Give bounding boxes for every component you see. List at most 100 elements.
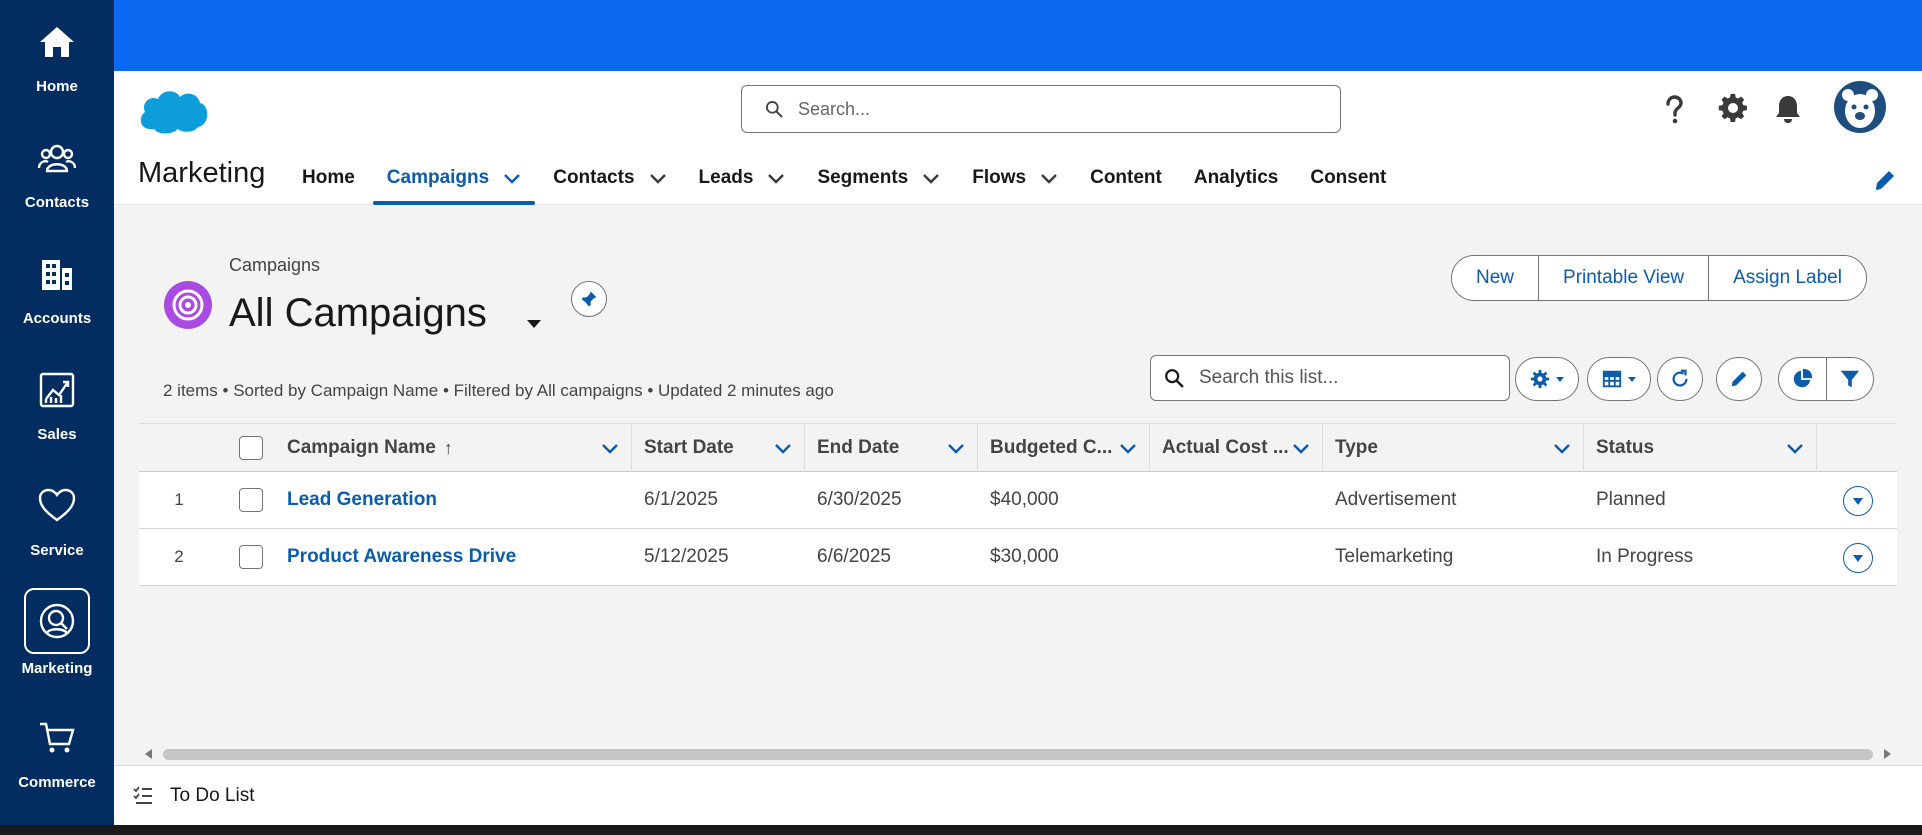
nav-bar: Home Campaigns Contacts Leads Segments F… <box>288 151 1404 205</box>
rail-item-sales[interactable]: Sales <box>0 348 114 464</box>
column-header-actual-cost[interactable]: Actual Cost ... <box>1150 424 1323 472</box>
chevron-down-icon[interactable] <box>1040 169 1058 187</box>
tab-content[interactable]: Content <box>1076 151 1176 205</box>
user-avatar[interactable] <box>1834 81 1886 133</box>
rail-item-label: Accounts <box>22 310 92 327</box>
start-date-cell: 5/12/2025 <box>644 546 729 567</box>
chevron-down-icon[interactable] <box>601 439 619 457</box>
chevron-down-icon[interactable] <box>1292 439 1310 457</box>
setup-gear-icon[interactable] <box>1713 89 1753 129</box>
refresh-icon <box>1672 369 1688 387</box>
rail-item-marketing[interactable]: Marketing <box>0 580 114 696</box>
scroll-right-arrow-icon[interactable] <box>1881 748 1893 760</box>
display-as-button[interactable] <box>1587 357 1651 401</box>
list-search-input[interactable] <box>1199 367 1499 389</box>
caret-down-icon <box>1853 555 1863 562</box>
tab-campaigns[interactable]: Campaigns <box>372 151 536 205</box>
column-label: Start Date <box>644 437 734 458</box>
horizontal-scrollbar[interactable] <box>139 745 1897 761</box>
edit-nav-pencil-icon[interactable] <box>1872 167 1898 193</box>
rail-item-home[interactable]: Home <box>0 0 114 116</box>
rail-item-service[interactable]: Service <box>0 464 114 580</box>
chevron-down-icon[interactable] <box>1786 439 1804 457</box>
select-all-checkbox[interactable] <box>239 436 263 460</box>
inline-edit-button[interactable] <box>1716 357 1762 401</box>
chevron-down-icon[interactable] <box>767 169 785 187</box>
window-bottom-edge <box>0 825 1922 835</box>
scrollbar-thumb[interactable] <box>163 749 1873 760</box>
tab-contacts[interactable]: Contacts <box>539 151 680 205</box>
column-label: Actual Cost ... <box>1162 437 1289 458</box>
list-summary: 2 items • Sorted by Campaign Name • Filt… <box>163 381 834 400</box>
page-title: All Campaigns <box>229 291 487 335</box>
printable-view-button[interactable]: Printable View <box>1539 256 1710 300</box>
tab-label: Contacts <box>553 167 635 188</box>
chart-filter-group <box>1778 357 1874 401</box>
column-header-status[interactable]: Status <box>1584 424 1817 472</box>
rail-item-accounts[interactable]: Accounts <box>0 232 114 348</box>
campaign-target-icon <box>164 281 212 329</box>
table-header: Campaign Name ↑ Start Date End Date Budge… <box>139 424 1897 472</box>
global-search-input[interactable] <box>798 98 1318 120</box>
status-cell: Planned <box>1596 489 1666 510</box>
campaign-name-cell: Product Awareness Drive <box>275 529 516 585</box>
breadcrumb[interactable]: Campaigns <box>229 255 320 276</box>
tab-flows[interactable]: Flows <box>958 151 1072 205</box>
list-search[interactable] <box>1150 355 1510 401</box>
notifications-bell-icon[interactable] <box>1768 89 1808 129</box>
rail-item-commerce[interactable]: Commerce <box>0 696 114 812</box>
tab-analytics[interactable]: Analytics <box>1180 151 1292 205</box>
heart-icon <box>27 476 87 536</box>
column-header-budgeted-cost[interactable]: Budgeted C... <box>978 424 1150 472</box>
chevron-down-icon[interactable] <box>947 439 965 457</box>
campaign-link[interactable]: Lead Generation <box>287 489 437 511</box>
tab-label: Flows <box>972 167 1027 188</box>
list-settings-button[interactable] <box>1515 357 1579 401</box>
scroll-left-arrow-icon[interactable] <box>143 748 155 760</box>
show-charts-button[interactable] <box>1779 358 1827 400</box>
global-search[interactable] <box>741 85 1341 133</box>
contacts-icon <box>27 128 87 188</box>
chevron-down-icon[interactable] <box>1119 439 1137 457</box>
list-actions: New Printable View Assign Label <box>1451 255 1867 301</box>
column-label: Budgeted C... <box>990 437 1113 458</box>
refresh-button[interactable] <box>1657 357 1703 401</box>
column-header-start-date[interactable]: Start Date <box>632 424 805 472</box>
pin-list-view-button[interactable] <box>571 281 607 317</box>
help-icon[interactable] <box>1654 89 1694 129</box>
sort-ascending-icon: ↑ <box>443 437 453 458</box>
column-header-end-date[interactable]: End Date <box>805 424 978 472</box>
row-number: 2 <box>174 547 184 566</box>
search-icon <box>766 101 783 118</box>
todo-list-button[interactable]: To Do List <box>170 785 254 807</box>
tab-home[interactable]: Home <box>288 151 369 205</box>
chevron-down-icon[interactable] <box>1553 439 1571 457</box>
row-checkbox[interactable] <box>239 488 263 512</box>
tab-label: Analytics <box>1193 167 1279 188</box>
chevron-down-icon[interactable] <box>503 169 521 187</box>
new-button[interactable]: New <box>1452 256 1540 300</box>
column-header-campaign-name[interactable]: Campaign Name ↑ <box>275 424 632 472</box>
row-actions-button[interactable] <box>1843 486 1873 516</box>
gear-icon <box>1530 369 1550 389</box>
row-actions-button[interactable] <box>1843 543 1873 573</box>
tab-segments[interactable]: Segments <box>803 151 954 205</box>
rail-item-label: Marketing <box>21 660 93 677</box>
assign-label-button[interactable]: Assign Label <box>1709 256 1866 300</box>
row-checkbox[interactable] <box>239 545 263 569</box>
chevron-down-icon[interactable] <box>922 169 940 187</box>
tab-label: Content <box>1090 167 1162 188</box>
rail-item-contacts[interactable]: Contacts <box>0 116 114 232</box>
chevron-down-icon[interactable] <box>649 169 667 187</box>
list-view-switcher-caret-icon[interactable] <box>522 311 546 335</box>
chevron-down-icon[interactable] <box>774 439 792 457</box>
filter-button[interactable] <box>1827 358 1874 400</box>
building-icon <box>27 244 87 304</box>
campaign-link[interactable]: Product Awareness Drive <box>287 546 516 568</box>
app-rail: Home Contacts Accounts Sales Service Mar… <box>0 0 114 835</box>
rail-item-label: Home <box>36 78 78 95</box>
tab-consent[interactable]: Consent <box>1296 151 1400 205</box>
salesforce-logo-icon[interactable] <box>136 85 210 135</box>
tab-leads[interactable]: Leads <box>685 151 800 205</box>
column-header-type[interactable]: Type <box>1323 424 1584 472</box>
